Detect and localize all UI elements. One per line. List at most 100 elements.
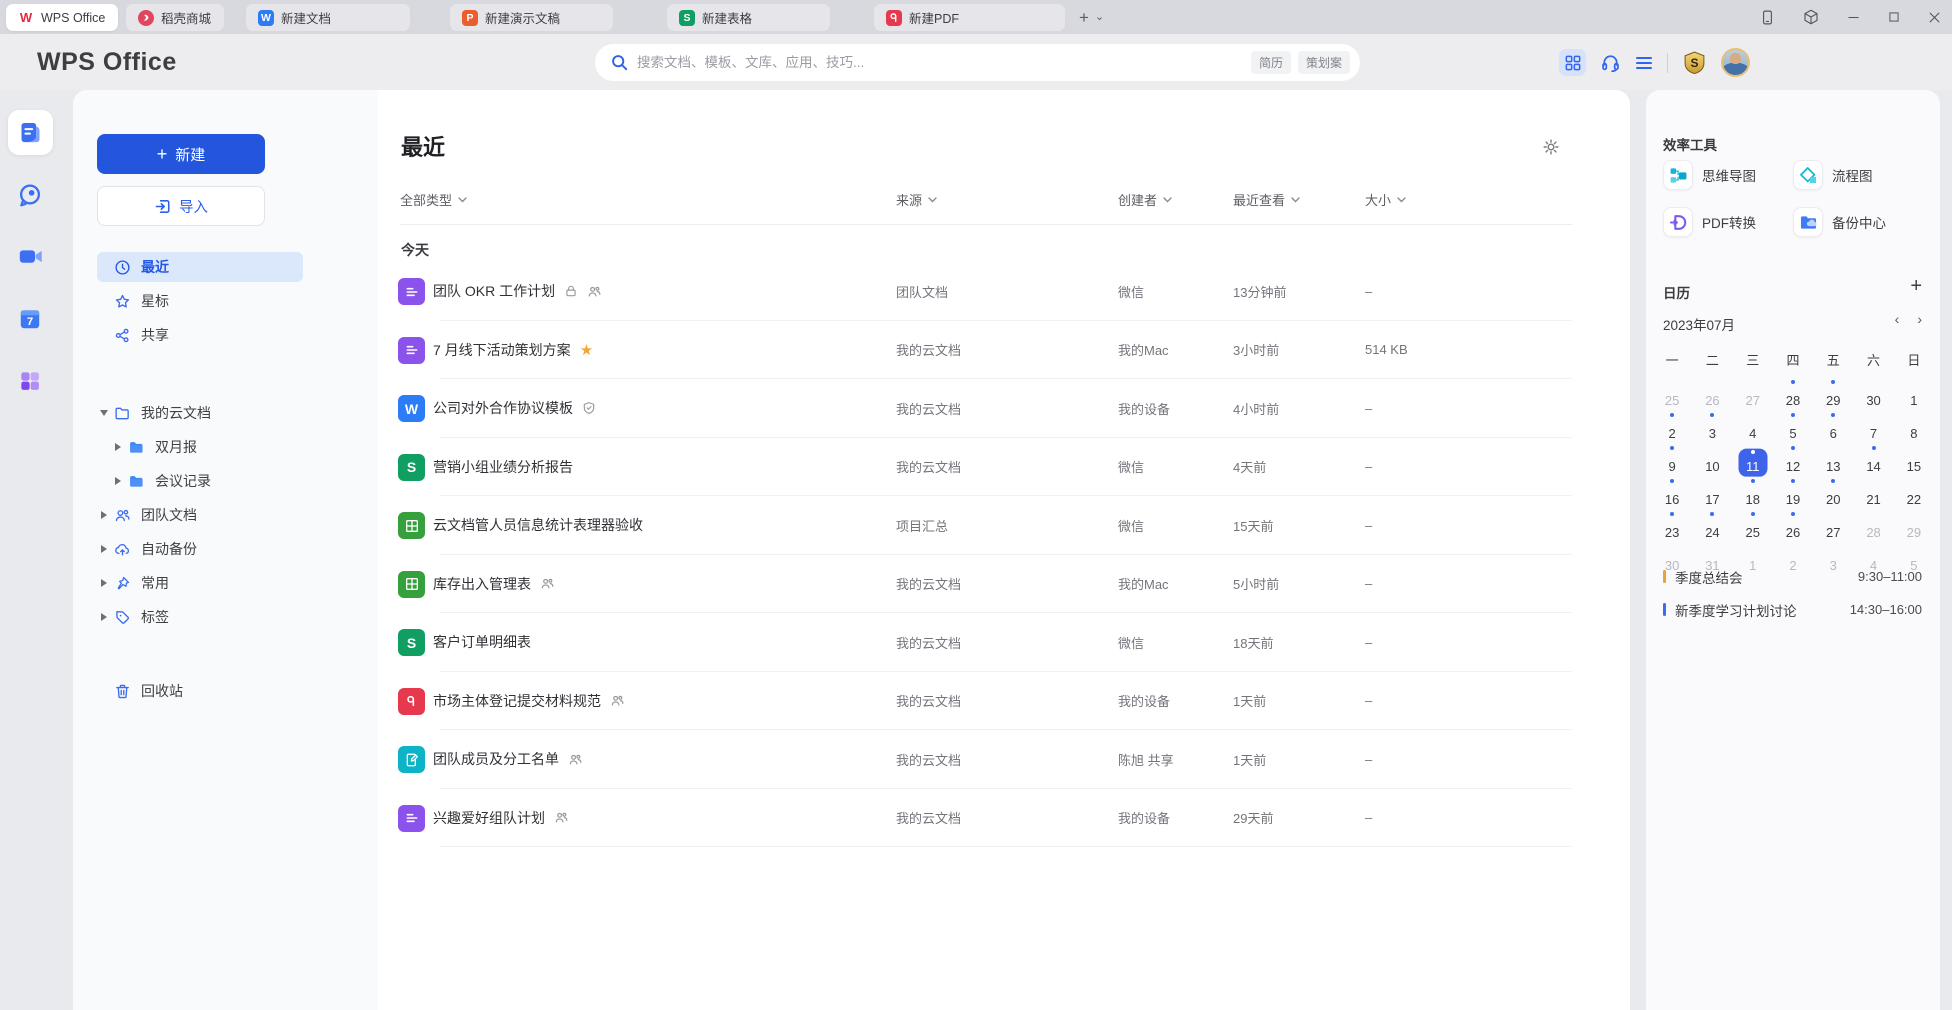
sidebar-item-常用[interactable]: 常用 [97, 568, 303, 598]
caret-right-icon[interactable] [97, 511, 111, 519]
new-document-button[interactable]: + 新建 [97, 134, 265, 174]
tool-思维导图[interactable]: 思维导图 [1663, 160, 1793, 190]
rail-item-documents[interactable] [8, 110, 53, 155]
tab-sheet[interactable]: S新建表格 [667, 4, 830, 31]
menu-button[interactable] [1635, 55, 1653, 71]
support-headset-button[interactable] [1600, 52, 1621, 73]
filter-最近查看[interactable]: 最近查看 [1233, 190, 1300, 209]
calendar-day[interactable]: 23 [1652, 510, 1692, 543]
caret-right-icon[interactable] [97, 613, 111, 621]
search-tag-简历[interactable]: 简历 [1251, 51, 1291, 74]
calendar-day[interactable]: 8 [1894, 411, 1934, 444]
sidebar-item-回收站[interactable]: 回收站 [97, 676, 303, 706]
table-row[interactable]: 7 月线下活动策划方案★我的云文档我的Mac3小时前514 KB [378, 321, 1630, 380]
calendar-day[interactable]: 4 [1733, 411, 1773, 444]
search-bar[interactable]: 简历策划案 [595, 44, 1360, 81]
calendar-day[interactable]: 14 [1853, 444, 1893, 477]
calendar-add-button[interactable]: + [1910, 276, 1922, 296]
calendar-day[interactable]: 22 [1894, 477, 1934, 510]
user-avatar[interactable] [1721, 48, 1750, 77]
maximize-button[interactable] [1887, 10, 1901, 24]
table-row[interactable]: S营销小组业绩分析报告我的云文档微信4天前– [378, 438, 1630, 497]
rail-item-meeting[interactable] [8, 234, 53, 279]
table-row[interactable]: 云文档管人员信息统计表理器验收项目汇总微信15天前– [378, 496, 1630, 555]
caret-right-icon[interactable] [97, 545, 111, 553]
calendar-day[interactable]: 28 [1853, 510, 1893, 543]
calendar-day[interactable]: 11 [1733, 444, 1773, 477]
calendar-day[interactable]: 21 [1853, 477, 1893, 510]
calendar-day[interactable]: 3 [1692, 411, 1732, 444]
caret-right-icon[interactable] [111, 443, 125, 451]
filter-创建者[interactable]: 创建者 [1118, 190, 1172, 209]
calendar-day[interactable]: 2 [1652, 411, 1692, 444]
calendar-day[interactable]: 7 [1853, 411, 1893, 444]
calendar-day[interactable]: 26 [1692, 378, 1732, 411]
calendar-day[interactable]: 12 [1773, 444, 1813, 477]
calendar-day[interactable]: 5 [1773, 411, 1813, 444]
sidebar-item-会议记录[interactable]: 会议记录 [97, 466, 303, 496]
calendar-day[interactable]: 10 [1692, 444, 1732, 477]
sidebar-item-标签[interactable]: 标签 [97, 602, 303, 632]
filter-来源[interactable]: 来源 [896, 190, 937, 209]
calendar-day[interactable]: 24 [1692, 510, 1732, 543]
calendar-day[interactable]: 6 [1813, 411, 1853, 444]
rail-item-apps[interactable] [8, 358, 53, 403]
tool-PDF转换[interactable]: PDF转换 [1663, 207, 1793, 237]
calendar-day[interactable]: 27 [1733, 378, 1773, 411]
sidebar-item-自动备份[interactable]: 自动备份 [97, 534, 303, 564]
tool-备份中心[interactable]: 备份中心 [1793, 207, 1923, 237]
workspace-cube-button[interactable] [1802, 8, 1820, 26]
sidebar-item-共享[interactable]: 共享 [97, 320, 303, 350]
tab-writer[interactable]: W新建文档 [246, 4, 410, 31]
calendar-day[interactable]: 19 [1773, 477, 1813, 510]
import-button[interactable]: 导入 [97, 186, 265, 226]
vip-badge[interactable]: S [1682, 50, 1707, 75]
table-row[interactable]: 团队成员及分工名单我的云文档陈旭 共享1天前– [378, 730, 1630, 789]
caret-down-icon[interactable] [97, 410, 111, 416]
list-settings-gear-icon[interactable] [1542, 138, 1560, 156]
calendar-event[interactable]: 新季度学习计划讨论14:30–16:00 [1663, 597, 1922, 622]
calendar-day[interactable]: 30 [1853, 378, 1893, 411]
tab-presentation[interactable]: P新建演示文稿 [450, 4, 613, 31]
calendar-day[interactable]: 29 [1894, 510, 1934, 543]
table-row[interactable]: 兴趣爱好组队计划我的云文档我的设备29天前– [378, 789, 1630, 848]
filter-全部类型[interactable]: 全部类型 [400, 190, 467, 209]
calendar-next-button[interactable]: › [1917, 312, 1922, 326]
sidebar-item-双月报[interactable]: 双月报 [97, 432, 303, 462]
calendar-prev-button[interactable]: ‹ [1895, 312, 1900, 326]
apps-grid-button[interactable] [1559, 49, 1586, 76]
rail-item-chat[interactable] [8, 172, 53, 217]
calendar-day[interactable]: 29 [1813, 378, 1853, 411]
table-row[interactable]: 库存出入管理表我的云文档我的Mac5小时前– [378, 555, 1630, 614]
calendar-day[interactable]: 27 [1813, 510, 1853, 543]
calendar-day[interactable]: 26 [1773, 510, 1813, 543]
table-row[interactable]: 市场主体登记提交材料规范我的云文档我的设备1天前– [378, 672, 1630, 731]
close-button[interactable] [1927, 10, 1942, 25]
new-tab-button[interactable]: + [1079, 9, 1089, 26]
table-row[interactable]: 团队 OKR 工作计划团队文档微信13分钟前– [378, 262, 1630, 321]
tab-pdf[interactable]: 新建PDF [874, 4, 1065, 31]
filter-大小[interactable]: 大小 [1365, 190, 1406, 209]
calendar-day[interactable]: 1 [1894, 378, 1934, 411]
minimize-button[interactable] [1846, 10, 1861, 25]
calendar-day[interactable]: 9 [1652, 444, 1692, 477]
search-tag-策划案[interactable]: 策划案 [1298, 51, 1350, 74]
tab-docer[interactable]: 稻壳商城 [126, 4, 224, 31]
calendar-day[interactable]: 15 [1894, 444, 1934, 477]
sidebar-item-我的云文档[interactable]: 我的云文档 [97, 398, 303, 428]
tab-wps[interactable]: WWPS Office [6, 4, 118, 31]
calendar-event[interactable]: 季度总结会9:30–11:00 [1663, 564, 1922, 589]
sidebar-item-最近[interactable]: 最近 [97, 252, 303, 282]
sidebar-item-星标[interactable]: 星标 [97, 286, 303, 316]
calendar-day[interactable]: 28 [1773, 378, 1813, 411]
table-row[interactable]: S客户订单明细表我的云文档微信18天前– [378, 613, 1630, 672]
calendar-day[interactable]: 16 [1652, 477, 1692, 510]
sidebar-item-团队文档[interactable]: 团队文档 [97, 500, 303, 530]
rail-item-calendar[interactable]: 7 [8, 296, 53, 341]
calendar-day[interactable]: 17 [1692, 477, 1732, 510]
calendar-day[interactable]: 13 [1813, 444, 1853, 477]
calendar-day[interactable]: 25 [1733, 510, 1773, 543]
search-input[interactable] [637, 55, 1251, 70]
calendar-day[interactable]: 25 [1652, 378, 1692, 411]
tab-list-chevron-icon[interactable]: ⌄ [1095, 12, 1104, 23]
